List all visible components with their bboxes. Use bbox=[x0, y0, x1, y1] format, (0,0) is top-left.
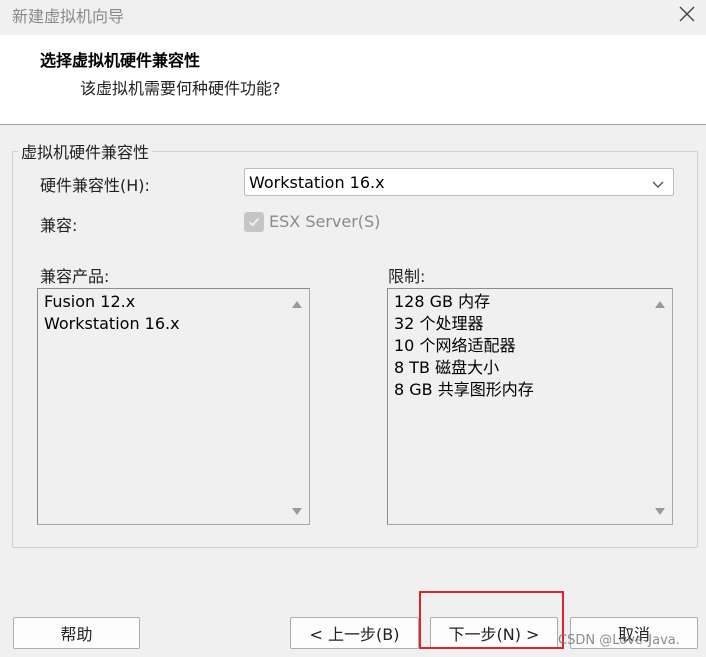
products-list[interactable]: Fusion 12.x Workstation 16.x bbox=[37, 288, 310, 525]
help-button[interactable]: 帮助 bbox=[13, 617, 140, 649]
esx-checkbox[interactable] bbox=[244, 212, 264, 232]
esx-checkbox-label: ESX Server(S) bbox=[269, 212, 381, 231]
list-item[interactable]: 32 个处理器 bbox=[394, 313, 534, 335]
scroll-up-icon[interactable] bbox=[290, 298, 304, 310]
page-subtitle: 该虚拟机需要何种硬件功能? bbox=[80, 79, 281, 98]
limits-items: 128 GB 内存 32 个处理器 10 个网络适配器 8 TB 磁盘大小 8 GB 共… bbox=[394, 291, 534, 401]
back-button[interactable]: < 上一步(B) bbox=[290, 617, 419, 649]
next-button-highlight bbox=[419, 591, 564, 649]
check-icon bbox=[248, 217, 260, 227]
close-icon[interactable] bbox=[672, 0, 702, 28]
wizard-header: 选择虚拟机硬件兼容性 该虚拟机需要何种硬件功能? bbox=[0, 35, 706, 125]
watermark-text: CSDN @Love-Java. bbox=[558, 633, 680, 648]
hardware-compat-select[interactable]: Workstation 16.x bbox=[244, 168, 674, 196]
scroll-down-icon[interactable] bbox=[290, 506, 304, 518]
window-title: 新建虚拟机向导 bbox=[12, 7, 125, 26]
limits-list[interactable]: 128 GB 内存 32 个处理器 10 个网络适配器 8 TB 磁盘大小 8 GB 共… bbox=[387, 288, 673, 525]
list-item[interactable]: Workstation 16.x bbox=[44, 313, 180, 335]
hardware-compat-label: 硬件兼容性(H): bbox=[40, 176, 150, 195]
scroll-down-icon[interactable] bbox=[653, 506, 667, 518]
products-items: Fusion 12.x Workstation 16.x bbox=[44, 291, 180, 335]
limits-label: 限制: bbox=[388, 267, 426, 286]
list-item[interactable]: 8 TB 磁盘大小 bbox=[394, 357, 534, 379]
chevron-down-icon bbox=[651, 176, 665, 190]
page-title: 选择虚拟机硬件兼容性 bbox=[40, 51, 201, 70]
scroll-up-icon[interactable] bbox=[653, 298, 667, 310]
group-legend: 虚拟机硬件兼容性 bbox=[18, 139, 153, 163]
hardware-compat-value: Workstation 16.x bbox=[249, 173, 385, 192]
compatible-label: 兼容: bbox=[40, 216, 78, 235]
list-item[interactable]: 8 GB 共享图形内存 bbox=[394, 379, 534, 401]
list-item[interactable]: Fusion 12.x bbox=[44, 291, 180, 313]
list-item[interactable]: 128 GB 内存 bbox=[394, 291, 534, 313]
list-item[interactable]: 10 个网络适配器 bbox=[394, 335, 534, 357]
title-bar: 新建虚拟机向导 bbox=[0, 0, 706, 28]
products-label: 兼容产品: bbox=[40, 267, 110, 286]
